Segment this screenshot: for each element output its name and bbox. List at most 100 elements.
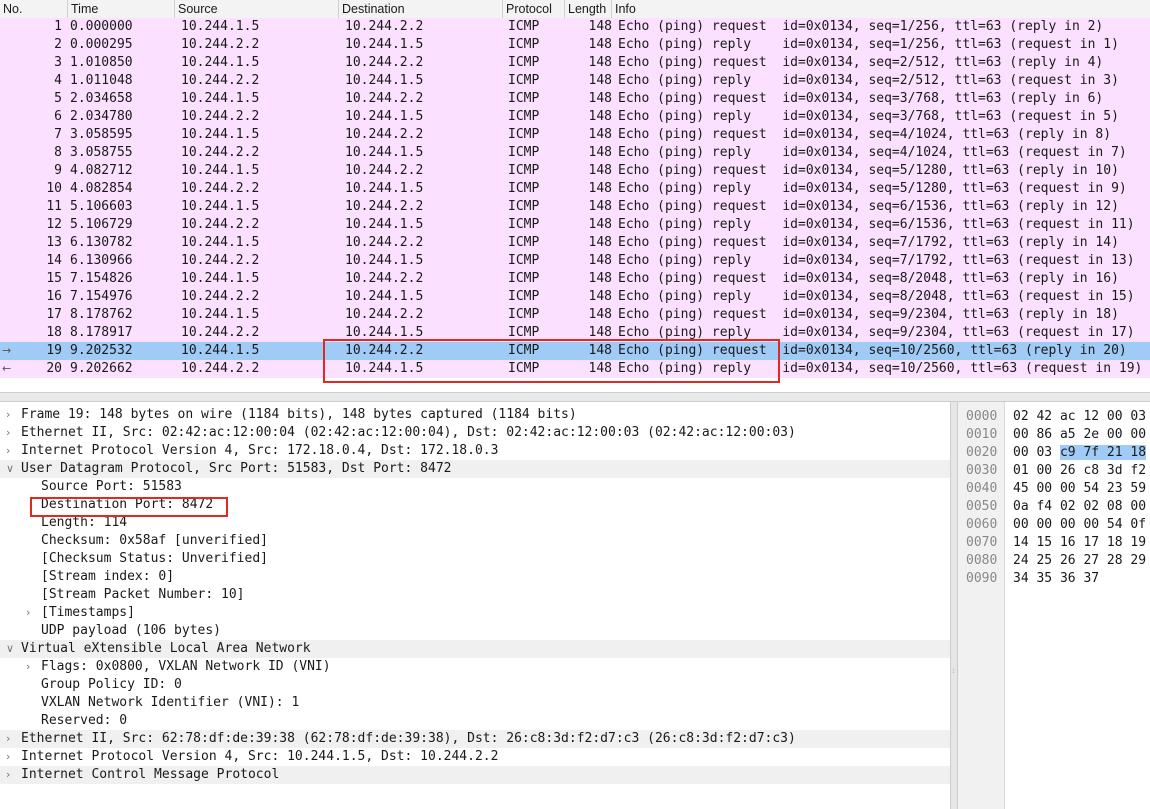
column-header-info[interactable]: Info bbox=[612, 0, 1150, 18]
protocol-field[interactable]: › [Timestamps] bbox=[0, 604, 950, 622]
protocol-field[interactable]: Source Port: 51583 bbox=[0, 478, 950, 496]
packet-row[interactable]: 11 5.106603 10.244.1.5 10.244.2.2 ICMP 148 Ech… bbox=[0, 198, 1150, 216]
packet-info: Echo (ping) request id=0x0134, seq=1/256… bbox=[618, 19, 1104, 34]
tree-item-label: Ethernet II, Src: 62:78:df:de:39:38 (62:… bbox=[21, 731, 796, 746]
packet-source: 10.244.1.5 bbox=[181, 199, 260, 214]
packet-time: 8.178917 bbox=[70, 325, 133, 340]
packet-row[interactable]: 10 4.082854 10.244.2.2 10.244.1.5 ICMP 148 Ech… bbox=[0, 180, 1150, 198]
column-header-no[interactable]: No. bbox=[0, 0, 68, 18]
packet-source: 10.244.2.2 bbox=[181, 181, 260, 196]
pane-splitter-vertical[interactable] bbox=[950, 402, 958, 809]
packet-row[interactable]: 19 9.202532 10.244.1.5 10.244.2.2 ICMP 148 Ech… bbox=[0, 342, 1150, 360]
expand-closed-chevron-icon[interactable]: › bbox=[6, 424, 10, 442]
tree-item-label: Internet Protocol Version 4, Src: 10.244… bbox=[21, 749, 499, 764]
expand-open-chevron-icon[interactable]: ∨ bbox=[6, 460, 14, 478]
packet-row[interactable]: 8 3.058755 10.244.2.2 10.244.1.5 ICMP 148 Echo… bbox=[0, 144, 1150, 162]
packet-bytes-pane[interactable]: 0000 02 42 ac 12 00 03 0010 00 86 a5 2e 00 … bbox=[958, 402, 1150, 809]
packet-destination: 10.244.1.5 bbox=[345, 145, 424, 160]
protocol-field[interactable]: Destination Port: 8472 bbox=[0, 496, 950, 514]
packet-source: 10.244.1.5 bbox=[181, 55, 260, 70]
packet-row[interactable]: 6 2.034780 10.244.2.2 10.244.1.5 ICMP 148 Echo… bbox=[0, 108, 1150, 126]
packet-row[interactable]: 15 7.154826 10.244.1.5 10.244.2.2 ICMP 148 Ech… bbox=[0, 270, 1150, 288]
protocol-tree-item[interactable]: › Internet Protocol Version 4, Src: 10.24… bbox=[0, 748, 950, 766]
packet-time: 2.034658 bbox=[70, 91, 133, 106]
expand-closed-chevron-icon[interactable]: › bbox=[6, 406, 10, 424]
packet-destination: 10.244.1.5 bbox=[345, 361, 424, 376]
packet-destination: 10.244.2.2 bbox=[345, 19, 424, 34]
packet-row[interactable]: 13 6.130782 10.244.1.5 10.244.2.2 ICMP 148 Ech… bbox=[0, 234, 1150, 252]
packet-row[interactable]: 20 9.202662 10.244.2.2 10.244.1.5 ICMP 148 Ech… bbox=[0, 360, 1150, 378]
packet-length: 148 bbox=[588, 37, 612, 52]
hex-offset: 0090 bbox=[966, 571, 998, 586]
packet-info: Echo (ping) reply id=0x0134, seq=7/1792,… bbox=[618, 253, 1135, 268]
packet-row[interactable]: 4 1.011048 10.244.2.2 10.244.1.5 ICMP 148 Echo… bbox=[0, 72, 1150, 90]
packet-details-pane[interactable]: › Frame 19: 148 bytes on wire (1184 bits)… bbox=[0, 406, 950, 809]
protocol-field[interactable]: UDP payload (106 bytes) bbox=[0, 622, 950, 640]
protocol-field[interactable]: Checksum: 0x58af [unverified] bbox=[0, 532, 950, 550]
packet-protocol: ICMP bbox=[508, 217, 540, 232]
expand-closed-chevron-icon[interactable]: › bbox=[6, 730, 10, 748]
tree-item-label: [Checksum Status: Unverified] bbox=[41, 551, 268, 566]
protocol-field[interactable]: › Flags: 0x0800, VXLAN Network ID (VNI) bbox=[0, 658, 950, 676]
packet-source: 10.244.2.2 bbox=[181, 325, 260, 340]
expand-closed-chevron-icon[interactable]: › bbox=[6, 442, 10, 460]
protocol-tree-item[interactable]: ∨ User Datagram Protocol, Src Port: 51583… bbox=[0, 460, 950, 478]
pane-splitter-horizontal[interactable] bbox=[0, 392, 1150, 402]
protocol-tree-item[interactable]: › Internet Protocol Version 4, Src: 172.1… bbox=[0, 442, 950, 460]
packet-info: Echo (ping) request id=0x0134, seq=3/768… bbox=[618, 91, 1104, 106]
expand-closed-chevron-icon[interactable]: › bbox=[26, 658, 30, 676]
protocol-field[interactable]: Group Policy ID: 0 bbox=[0, 676, 950, 694]
expand-closed-chevron-icon[interactable]: › bbox=[6, 766, 10, 784]
protocol-tree-item[interactable]: ∨ Virtual eXtensible Local Area Network bbox=[0, 640, 950, 658]
column-header-length[interactable]: Length bbox=[565, 0, 612, 18]
packet-info: Echo (ping) request id=0x0134, seq=4/102… bbox=[618, 127, 1112, 142]
packet-time: 6.130966 bbox=[70, 253, 133, 268]
protocol-tree-item[interactable]: › Frame 19: 148 bytes on wire (1184 bits)… bbox=[0, 406, 950, 424]
column-header-destination[interactable]: Destination bbox=[339, 0, 503, 18]
packet-row[interactable]: 16 7.154976 10.244.2.2 10.244.1.5 ICMP 148 Ech… bbox=[0, 288, 1150, 306]
packet-row[interactable]: 1 0.000000 10.244.1.5 10.244.2.2 ICMP 148 Echo… bbox=[0, 18, 1150, 36]
packet-row[interactable]: 14 6.130966 10.244.2.2 10.244.1.5 ICMP 148 Ech… bbox=[0, 252, 1150, 270]
packet-no: 16 bbox=[46, 289, 62, 304]
protocol-tree-item[interactable]: › Ethernet II, Src: 02:42:ac:12:00:04 (02… bbox=[0, 424, 950, 442]
column-header-protocol[interactable]: Protocol bbox=[503, 0, 565, 18]
packet-row[interactable]: 12 5.106729 10.244.2.2 10.244.1.5 ICMP 148 Ech… bbox=[0, 216, 1150, 234]
packet-row[interactable]: 9 4.082712 10.244.1.5 10.244.2.2 ICMP 148 Echo… bbox=[0, 162, 1150, 180]
packet-destination: 10.244.1.5 bbox=[345, 217, 424, 232]
expand-open-chevron-icon[interactable]: ∨ bbox=[6, 640, 14, 658]
expand-closed-chevron-icon[interactable]: › bbox=[26, 604, 30, 622]
protocol-field[interactable]: [Stream index: 0] bbox=[0, 568, 950, 586]
protocol-field[interactable]: [Stream Packet Number: 10] bbox=[0, 586, 950, 604]
protocol-field[interactable]: VXLAN Network Identifier (VNI): 1 bbox=[0, 694, 950, 712]
packet-row[interactable]: 17 8.178762 10.244.1.5 10.244.2.2 ICMP 148 Ech… bbox=[0, 306, 1150, 324]
protocol-tree-item[interactable]: › Ethernet II, Src: 62:78:df:de:39:38 (62… bbox=[0, 730, 950, 748]
column-header-time[interactable]: Time bbox=[68, 0, 175, 18]
packet-no: 8 bbox=[54, 145, 62, 160]
column-header-source[interactable]: Source bbox=[175, 0, 339, 18]
hex-bytes-text: 45 00 00 54 23 59 bbox=[1013, 481, 1147, 496]
packet-time: 7.154976 bbox=[70, 289, 133, 304]
packet-row[interactable]: 5 2.034658 10.244.1.5 10.244.2.2 ICMP 148 Echo… bbox=[0, 90, 1150, 108]
packet-row[interactable]: 3 1.010850 10.244.1.5 10.244.2.2 ICMP 148 Echo… bbox=[0, 54, 1150, 72]
packet-length: 148 bbox=[588, 289, 612, 304]
tree-item-label: Destination Port: 8472 bbox=[41, 497, 214, 512]
packet-row[interactable]: 18 8.178917 10.244.2.2 10.244.1.5 ICMP 148 Ech… bbox=[0, 324, 1150, 342]
tree-item-label: Checksum: 0x58af [unverified] bbox=[41, 533, 268, 548]
packet-time: 1.010850 bbox=[70, 55, 133, 70]
expand-closed-chevron-icon[interactable]: › bbox=[6, 748, 10, 766]
packet-no: 4 bbox=[54, 73, 62, 88]
packet-row[interactable]: 7 3.058595 10.244.1.5 10.244.2.2 ICMP 148 Echo… bbox=[0, 126, 1150, 144]
packet-no: 3 bbox=[54, 55, 62, 70]
packet-rows: 1 0.000000 10.244.1.5 10.244.2.2 ICMP 148 Echo… bbox=[0, 18, 1150, 378]
protocol-field[interactable]: Length: 114 bbox=[0, 514, 950, 532]
packet-source: 10.244.1.5 bbox=[181, 235, 260, 250]
packet-length: 148 bbox=[588, 307, 612, 322]
packet-list-pane[interactable]: No. Time Source Destination Protocol Len… bbox=[0, 0, 1150, 392]
packet-time: 2.034780 bbox=[70, 109, 133, 124]
packet-row[interactable]: 2 0.000295 10.244.2.2 10.244.1.5 ICMP 148 Echo… bbox=[0, 36, 1150, 54]
tree-item-label: VXLAN Network Identifier (VNI): 1 bbox=[41, 695, 300, 710]
protocol-field[interactable]: Reserved: 0 bbox=[0, 712, 950, 730]
packet-protocol: ICMP bbox=[508, 37, 540, 52]
protocol-tree-item[interactable]: › Internet Control Message Protocol bbox=[0, 766, 950, 784]
protocol-field[interactable]: [Checksum Status: Unverified] bbox=[0, 550, 950, 568]
